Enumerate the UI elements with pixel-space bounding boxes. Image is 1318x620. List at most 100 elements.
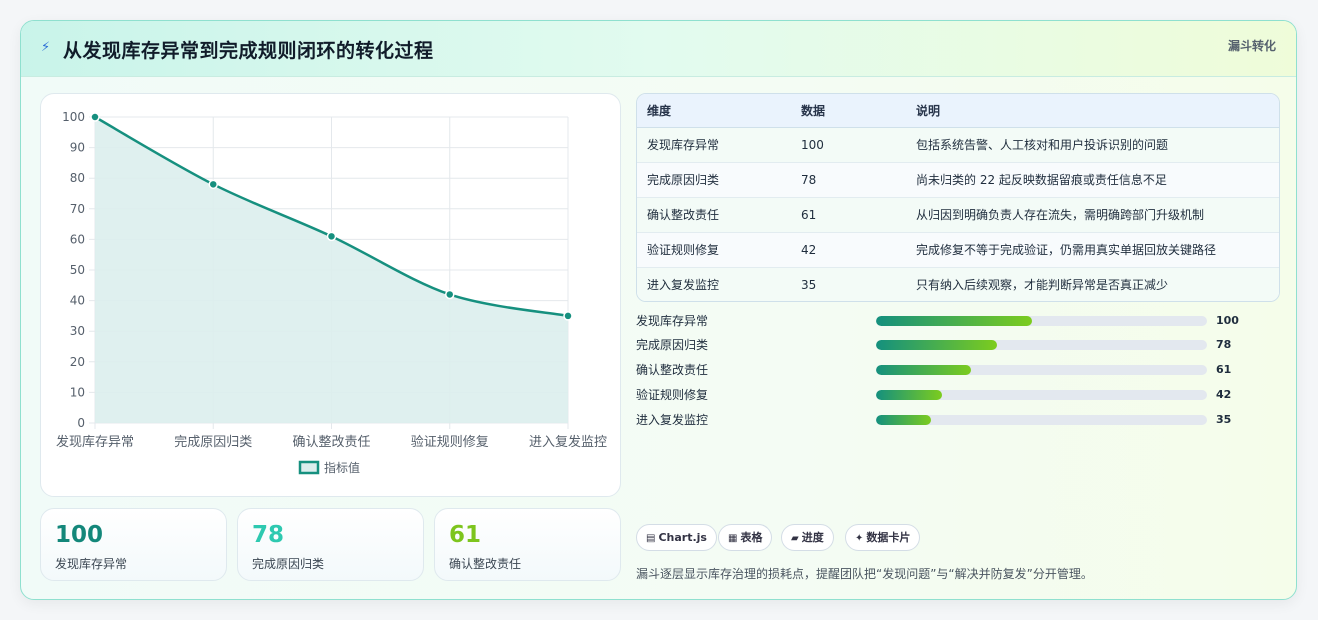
progress-label: 完成原因归类 <box>636 338 709 352</box>
stat-value: 100 <box>55 522 104 548</box>
lightning-icon: ⚡ <box>41 40 51 55</box>
legend-label: 指标值 <box>324 460 360 475</box>
progress-row: 确认整改责任 61 <box>636 362 1276 378</box>
progress-value: 42 <box>1216 388 1232 401</box>
stat-label: 确认整改责任 <box>449 557 522 571</box>
progress-row: 验证规则修复 42 <box>636 387 1276 403</box>
progress-fill <box>876 390 942 400</box>
table-cell: 验证规则修复 <box>637 232 791 268</box>
sparkle-icon: ✦ <box>855 533 864 544</box>
table-header: 维度 <box>637 94 791 128</box>
y-tick-label: 70 <box>70 202 85 216</box>
table-row: 进入复发监控 35 只有纳入后续观察，才能判断异常是否真正减少 <box>637 267 1279 301</box>
table-row: 验证规则修复 42 完成修复不等于完成验证，仍需用真实单据回放关键路径 <box>637 232 1279 268</box>
x-tick-label: 完成原因归类 <box>174 435 252 450</box>
table-cell: 42 <box>791 232 906 268</box>
tag-label: 进度 <box>801 531 824 544</box>
table-cell: 进入复发监控 <box>637 267 791 301</box>
page-title: 从发现库存异常到完成规则闭环的转化过程 <box>63 40 434 62</box>
y-tick-label: 0 <box>77 416 85 430</box>
progress-fill <box>876 415 931 425</box>
tag-data-card[interactable]: ✦ 数据卡片 <box>845 524 921 551</box>
table-cell: 78 <box>791 162 906 198</box>
chart-icon: ▤ <box>646 533 656 544</box>
y-tick-label: 30 <box>70 324 85 338</box>
tag-label: 数据卡片 <box>866 531 911 544</box>
progress-track <box>876 340 1207 350</box>
progress-fill <box>876 316 1032 326</box>
progress-row: 完成原因归类 78 <box>636 337 1276 353</box>
progress-track <box>876 390 1207 400</box>
table-cell: 从归因到明确负责人存在流失，需明确跨部门升级机制 <box>906 197 1279 233</box>
tag-progress[interactable]: ▰ 进度 <box>781 524 834 551</box>
x-tick-label: 发现库存异常 <box>56 434 134 450</box>
x-tick-label: 进入复发监控 <box>529 434 607 450</box>
table-icon: ▦ <box>728 533 738 544</box>
stat-value: 78 <box>252 522 285 548</box>
stat-card: 78 完成原因归类 <box>237 508 424 581</box>
table-cell: 尚未归类的 22 起反映数据留痕或责任信息不足 <box>906 162 1279 198</box>
data-point <box>563 311 573 321</box>
data-point <box>90 112 100 122</box>
table-cell: 完成修复不等于完成验证，仍需用真实单据回放关键路径 <box>906 232 1279 268</box>
table-cell: 100 <box>791 127 906 163</box>
progress-track <box>876 415 1207 425</box>
tag-label: 表格 <box>740 531 763 544</box>
table-cell: 61 <box>791 197 906 233</box>
progress-label: 进入复发监控 <box>636 413 709 427</box>
tag-chartjs[interactable]: ▤ Chart.js <box>636 524 717 551</box>
progress-label: 发现库存异常 <box>636 314 709 328</box>
progress-fill <box>876 365 971 375</box>
main-card: ⚡ 从发现库存异常到完成规则闭环的转化过程 漏斗转化 0 10 20 30 40 50 60… <box>20 20 1297 600</box>
x-tick-label: 验证规则修复 <box>411 434 489 450</box>
progress-value: 100 <box>1216 314 1239 327</box>
data-point <box>326 231 337 242</box>
data-point <box>445 289 455 300</box>
progress-row: 发现库存异常 100 <box>636 313 1276 329</box>
summary-note: 漏斗逐层显示库存治理的损耗点，提醒团队把“发现问题”与“解决并防复发”分开管理。 <box>636 567 1093 581</box>
chart-panel: 0 10 20 30 40 50 60 70 80 90 100 发现库存异常 完成原因归类 确认整改责任… <box>40 93 621 497</box>
stat-label: 完成原因归类 <box>252 557 325 571</box>
chart-type-badge: 漏斗转化 <box>1227 39 1276 53</box>
table-header-row: 维度 数据 说明 <box>637 94 1279 128</box>
progress-value: 35 <box>1216 413 1232 426</box>
progress-row: 进入复发监控 35 <box>636 412 1276 428</box>
table-cell: 包括系统告警、人工核对和用户投诉识别的问题 <box>906 127 1279 163</box>
table-cell: 35 <box>791 267 906 301</box>
data-point <box>208 179 218 190</box>
progress-track <box>876 316 1207 326</box>
progress-label: 验证规则修复 <box>636 388 709 402</box>
stat-label: 发现库存异常 <box>55 557 128 571</box>
table-row: 确认整改责任 61 从归因到明确负责人存在流失，需明确跨部门升级机制 <box>637 197 1279 233</box>
y-tick-label: 100 <box>62 110 85 124</box>
legend-swatch <box>298 460 320 475</box>
stat-card: 100 发现库存异常 <box>40 508 227 581</box>
y-tick-label: 90 <box>70 141 85 155</box>
x-tick-label: 确认整改责任 <box>292 435 370 450</box>
table-header: 数据 <box>791 94 906 128</box>
y-tick-label: 40 <box>70 294 85 308</box>
stat-value: 61 <box>449 522 482 548</box>
line-chart: 0 10 20 30 40 50 60 70 80 90 100 发现库存异常 完成原因归类 确认整改责任… <box>56 110 607 475</box>
progress-icon: ▰ <box>791 533 799 544</box>
table-row: 完成原因归类 78 尚未归类的 22 起反映数据留痕或责任信息不足 <box>637 162 1279 198</box>
tag-label: Chart.js <box>658 531 707 544</box>
table-cell: 只有纳入后续观察，才能判断异常是否真正减少 <box>906 267 1279 301</box>
card-header: ⚡ 从发现库存异常到完成规则闭环的转化过程 漏斗转化 <box>21 21 1296 77</box>
progress-track <box>876 365 1207 375</box>
tag-table[interactable]: ▦ 表格 <box>718 524 773 551</box>
table-cell: 完成原因归类 <box>637 162 791 198</box>
y-tick-label: 50 <box>70 263 85 277</box>
data-table: 维度 数据 说明 发现库存异常 100 包括系统告警、人工核对和用户投诉识别的问… <box>636 93 1280 302</box>
progress-value: 61 <box>1216 363 1232 376</box>
stat-card: 61 确认整改责任 <box>434 508 621 581</box>
progress-value: 78 <box>1216 338 1232 351</box>
table-row: 发现库存异常 100 包括系统告警、人工核对和用户投诉识别的问题 <box>637 127 1279 163</box>
y-tick-label: 80 <box>70 171 85 185</box>
table-header: 说明 <box>906 94 1279 128</box>
table-cell: 发现库存异常 <box>637 127 791 163</box>
y-tick-label: 10 <box>70 385 85 399</box>
y-tick-label: 60 <box>70 232 85 246</box>
progress-label: 确认整改责任 <box>636 363 709 377</box>
table-cell: 确认整改责任 <box>637 197 791 233</box>
